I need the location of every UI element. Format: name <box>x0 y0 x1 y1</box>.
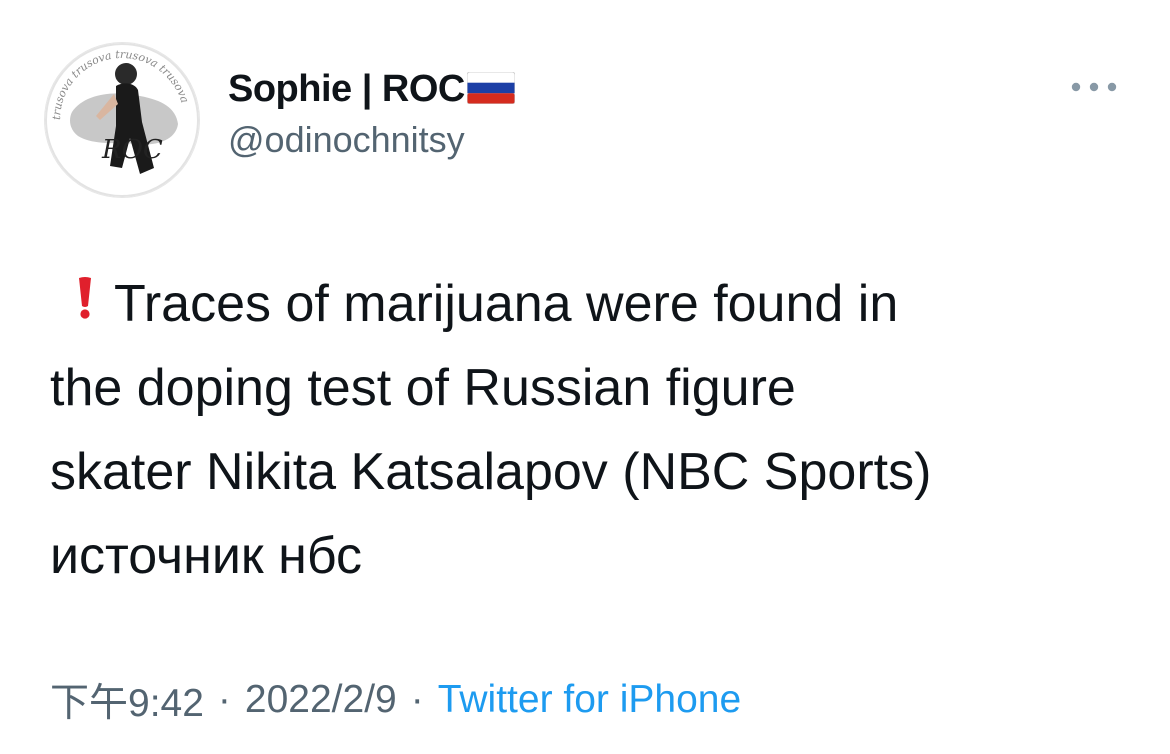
tweet-text: Traces of marijuana were found in the do… <box>50 262 1140 598</box>
exclamation-mark-icon <box>78 261 92 345</box>
tweet-time[interactable]: 下午9:42 <box>50 672 204 728</box>
tweet-line: skater Nikita Katsalapov (NBC Sports) <box>50 443 932 501</box>
author-name-row[interactable]: Sophie | ROC <box>228 66 516 112</box>
display-name[interactable]: Sophie | ROC <box>228 68 465 111</box>
tweet-line-text: Traces of marijuana were found in <box>114 275 899 333</box>
roc-logo: ROC <box>101 135 163 165</box>
more-options-button[interactable] <box>1066 72 1122 102</box>
tweet-date[interactable]: 2022/2/9 <box>245 678 397 722</box>
russia-flag-icon <box>466 71 516 109</box>
profile-avatar[interactable]: trusova trusova trusova trusova ROC <box>44 42 200 198</box>
tweet-source-link[interactable]: Twitter for iPhone <box>438 678 741 722</box>
tweet-card: trusova trusova trusova trusova ROC Soph… <box>0 0 1170 754</box>
author-handle[interactable]: @odinochnitsy <box>228 119 465 161</box>
tweet-line: источник нбс <box>50 527 363 585</box>
avatar-image: trusova trusova trusova trusova ROC <box>45 43 199 197</box>
meta-separator: · <box>410 678 424 721</box>
more-options-icon <box>1071 82 1117 92</box>
meta-separator: · <box>217 678 231 721</box>
tweet-line: Traces of marijuana were found in <box>50 262 1140 346</box>
tweet-line: the doping test of Russian figure <box>50 359 796 417</box>
tweet-meta: 下午9:42 · 2022/2/9 · Twitter for iPhone <box>50 672 741 728</box>
